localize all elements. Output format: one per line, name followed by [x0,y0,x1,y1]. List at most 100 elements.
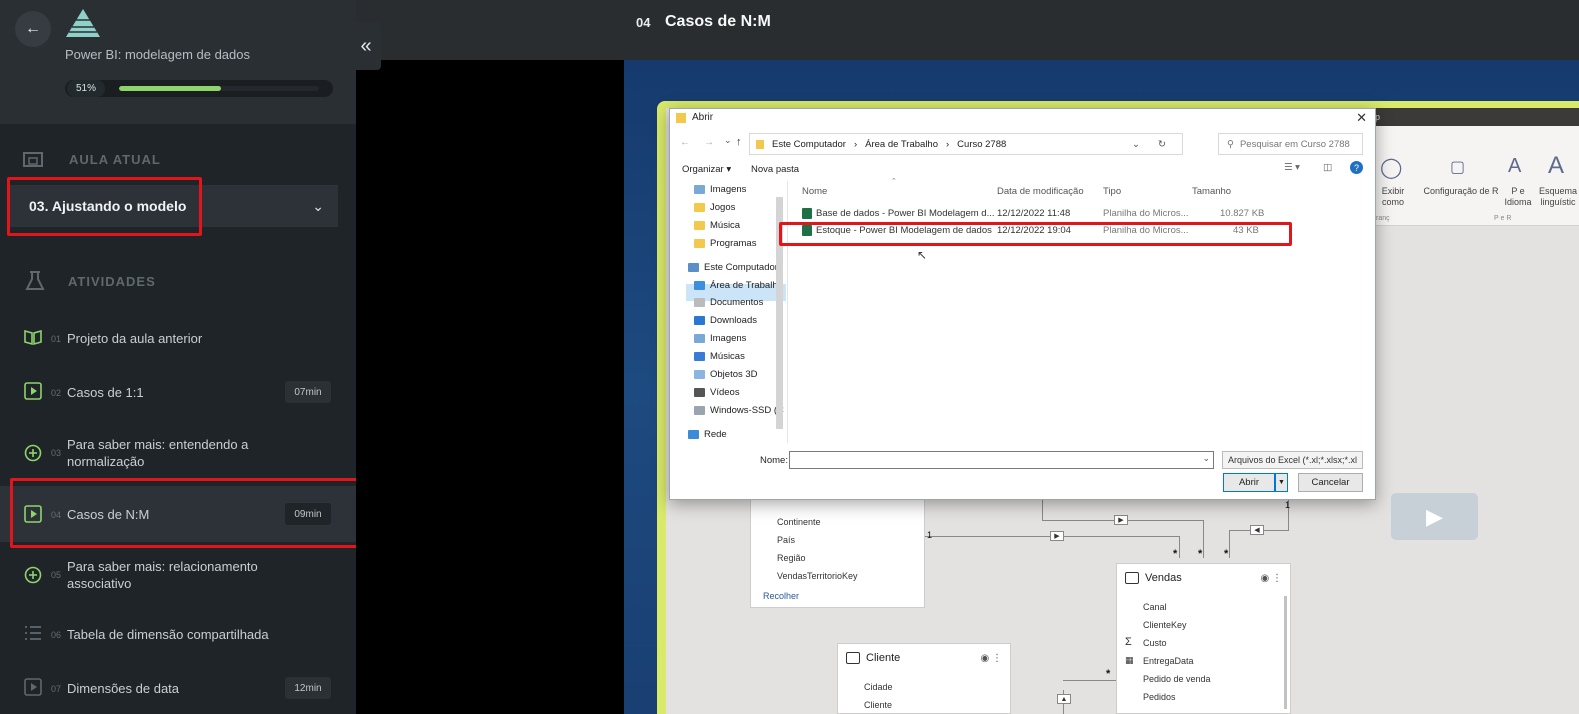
mouse-cursor-icon: ↖ [917,248,928,262]
breadcrumb-item[interactable]: Este Computador [772,139,846,150]
table-header: Vendas ◉ ⋮ [1117,564,1290,592]
column-header[interactable]: Nome [802,186,827,197]
nav-item[interactable]: Vídeos [694,387,740,398]
search-input[interactable]: ⚲ Pesquisar em Curso 2788 [1218,133,1363,155]
cancel-button[interactable]: Cancelar [1298,473,1363,492]
nav-forward-icon[interactable]: → [704,137,714,148]
chevron-down-icon: ⌄ [312,197,324,214]
chevron-down-icon[interactable]: ⌄ [724,135,732,146]
view-options-icon[interactable]: ☰ ▾ [1284,162,1300,173]
ribbon-item: P e Idioma [1504,186,1532,207]
video-icon [24,678,42,696]
refresh-icon[interactable]: ↻ [1158,139,1166,150]
nav-item[interactable]: Documentos [694,297,763,308]
file-type-filter-value: Arquivos do Excel (*.xl;*.xlsx;*.xl [1228,455,1358,465]
nav-item[interactable]: Windows-SSD (C [694,405,784,416]
activity-item[interactable]: 01 Projeto da aula anterior [0,320,356,356]
activity-title: Para saber mais: entendendo a normalizaç… [67,437,249,469]
field-name: Canal [1143,602,1167,612]
activity-title: Casos de 1:1 [67,385,144,400]
activity-item[interactable]: 06 Tabela de dimensão compartilhada [0,616,356,652]
file-type-filter[interactable]: Arquivos do Excel (*.xl;*.xlsx;*.xl [1222,451,1363,469]
activity-item[interactable]: 03 Para saber mais: entendendo a normali… [0,428,356,478]
book-icon [24,329,42,346]
column-header[interactable]: Tipo [1103,186,1121,197]
column-header[interactable]: Tamanho [1192,186,1231,197]
video-icon [24,382,42,400]
file-name-input[interactable]: ⌄ [789,451,1214,469]
activity-title: Tabela de dimensão compartilhada [67,627,269,642]
nav-item[interactable]: Músicas [694,351,745,362]
activity-title: Dimensões de data [67,681,180,696]
organize-button[interactable]: Organizar ▾ [682,164,731,175]
duration-badge: 07min [285,381,331,403]
settings-chat-icon: ▢ [1450,159,1466,176]
dialog-title: Abrir [692,112,714,123]
name-label: Nome: [760,455,788,466]
breadcrumb-item[interactable]: Curso 2788 [957,139,1006,150]
nav-item[interactable]: Downloads [694,315,757,326]
nav-up-icon[interactable]: ↑ [736,136,742,148]
relationship-many-marker: * [1106,668,1111,680]
preview-pane-icon[interactable]: ◫ [1323,162,1332,173]
field-name: ClienteKey [1143,620,1187,630]
list-icon [25,626,41,640]
activity-number: 01 [51,334,62,344]
nav-item-label: Imagens [710,333,747,344]
person-view-icon: ◯ [1380,157,1403,179]
nav-item[interactable]: Rede [688,429,727,440]
course-logo [66,9,100,37]
open-button[interactable]: Abrir [1223,473,1275,492]
course-header: ← Power BI: modelagem de dados 51% [0,0,356,124]
nav-item[interactable]: Programas [694,238,756,249]
progress-percent: 51% [67,80,105,97]
nav-item[interactable]: Este Computador [688,262,778,273]
nav-item-label: Vídeos [710,387,740,398]
nav-item[interactable]: Música [694,220,740,231]
activity-item[interactable]: 07 Dimensões de data 12min [0,670,356,706]
relationship-line [1179,536,1180,558]
double-chevron-left-icon: « [360,34,372,57]
address-bar[interactable]: Este Computador › Área de Trabalho › Cur… [749,133,1183,155]
activity-item[interactable]: 05 Para saber mais: relacionamento assoc… [0,550,356,600]
nav-back-icon[interactable]: ← [680,137,690,148]
help-icon[interactable]: ? [1350,161,1363,174]
table-title: Vendas [1145,572,1182,584]
nav-item-label: Windows-SSD (C [710,405,784,416]
scrollbar[interactable] [1284,596,1287,709]
column-header[interactable]: Data de modificação [997,186,1084,197]
nav-item[interactable]: Objetos 3D [694,369,758,380]
sum-icon: Σ [1125,636,1132,648]
field-name: Cidade [864,682,893,692]
file-row[interactable]: Base de dados - Power BI Modelagem d... … [798,206,1264,223]
table-icon [1125,572,1139,584]
chevron-down-icon[interactable]: ⌄ [1132,139,1140,150]
nav-item-label: Downloads [710,315,757,326]
network-icon [688,430,699,439]
breadcrumb-item[interactable]: Área de Trabalho [865,139,938,150]
plus-circle-icon [24,444,42,462]
play-button[interactable]: ▶ [1391,493,1478,540]
open-dropdown-button[interactable]: ▼ [1275,473,1288,492]
nav-item[interactable]: Área de Trabalh [694,280,778,291]
eye-icon: ◉ ⋮ [980,652,1002,664]
back-button[interactable]: ← [15,11,51,47]
field-name: Pedido de venda [1143,674,1211,684]
ribbon-item: Configuração de R [1423,186,1499,196]
direction-arrow-icon: ◀ [1250,525,1264,535]
progress-fill [119,86,221,91]
model-table-card: Continente País Região VendasTerritorioK… [750,490,925,608]
activity-title: Projeto da aula anterior [67,331,203,346]
close-icon[interactable]: ✕ [1356,110,1367,126]
folder-icon [676,113,686,123]
new-folder-button[interactable]: Nova pasta [751,164,799,175]
collapse-sidebar-button[interactable]: « [351,22,381,70]
course-title[interactable]: Power BI: modelagem de dados [65,47,250,62]
documents-icon [694,298,705,307]
nav-item[interactable]: Jogos [694,202,735,213]
activity-item[interactable]: 02 Casos de 1:1 07min [0,374,356,410]
direction-arrow-icon: ▲ [1057,694,1071,704]
nav-item[interactable]: Imagens [694,184,746,195]
chevron-down-icon[interactable]: ⌄ [1202,453,1210,464]
nav-item[interactable]: Imagens [694,333,746,344]
